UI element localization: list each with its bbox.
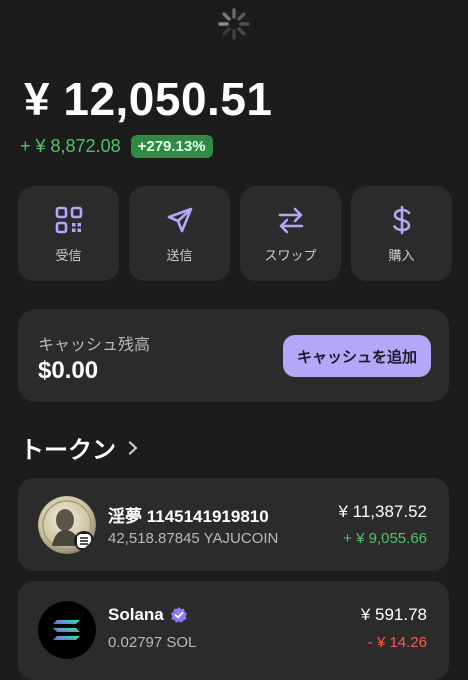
- add-cash-button[interactable]: キャッシュを追加: [282, 335, 431, 377]
- token-amount: 42,518.87845 YAJUCOIN: [108, 530, 279, 547]
- loading-spinner-icon: [218, 8, 250, 40]
- verified-badge-icon: [170, 607, 187, 623]
- cash-balance-value: $0.00: [38, 357, 99, 384]
- yajucoin-logo-icon: [38, 496, 96, 554]
- token-name: 淫夢 1145141919810: [108, 507, 269, 526]
- tokens-header[interactable]: トークン: [20, 430, 140, 465]
- action-bar: 受信 送信 スワップ 購入: [18, 186, 452, 281]
- send-button[interactable]: 送信: [129, 186, 230, 281]
- token-value: ¥ 11,387.52: [338, 502, 427, 521]
- token-row-yajucoin[interactable]: 淫夢 1145141919810 42,518.87845 YAJUCOIN ¥…: [18, 478, 449, 571]
- qr-code-icon: [52, 203, 86, 237]
- cash-balance-card: キャッシュ残高 $0.00 キャッシュを追加: [18, 309, 449, 402]
- dollar-icon: [385, 203, 419, 237]
- portfolio-change-row: + ¥ 8,872.08 +279.13%: [20, 135, 213, 158]
- token-name: Solana: [108, 605, 164, 624]
- tokens-title: トークン: [20, 437, 116, 464]
- swap-label: スワップ: [264, 248, 317, 263]
- receive-button[interactable]: 受信: [18, 186, 119, 281]
- cash-balance-title: キャッシュ残高: [38, 337, 151, 354]
- buy-button[interactable]: 購入: [351, 186, 452, 281]
- portfolio-change-amount: + ¥ 8,872.08: [20, 136, 121, 156]
- buy-label: 購入: [388, 248, 415, 263]
- token-amount: 0.02797 SOL: [108, 634, 197, 651]
- token-value: ¥ 591.78: [360, 605, 427, 624]
- send-icon: [163, 203, 197, 237]
- portfolio-balance: ¥ 12,050.51: [24, 73, 273, 125]
- token-change: - ¥ 14.26: [367, 634, 427, 651]
- solana-logo-icon: [38, 601, 96, 659]
- portfolio-change-badge: +279.13%: [130, 135, 213, 158]
- swap-button[interactable]: スワップ: [240, 186, 341, 281]
- receive-label: 受信: [55, 248, 82, 263]
- swap-icon: [274, 203, 308, 237]
- chevron-right-icon: [128, 440, 138, 455]
- send-label: 送信: [166, 248, 193, 263]
- token-name-row: Solana: [108, 605, 188, 625]
- token-row-solana[interactable]: Solana 0.02797 SOL ¥ 591.78 - ¥ 14.26: [18, 581, 449, 680]
- token-change: + ¥ 9,055.66: [343, 530, 427, 547]
